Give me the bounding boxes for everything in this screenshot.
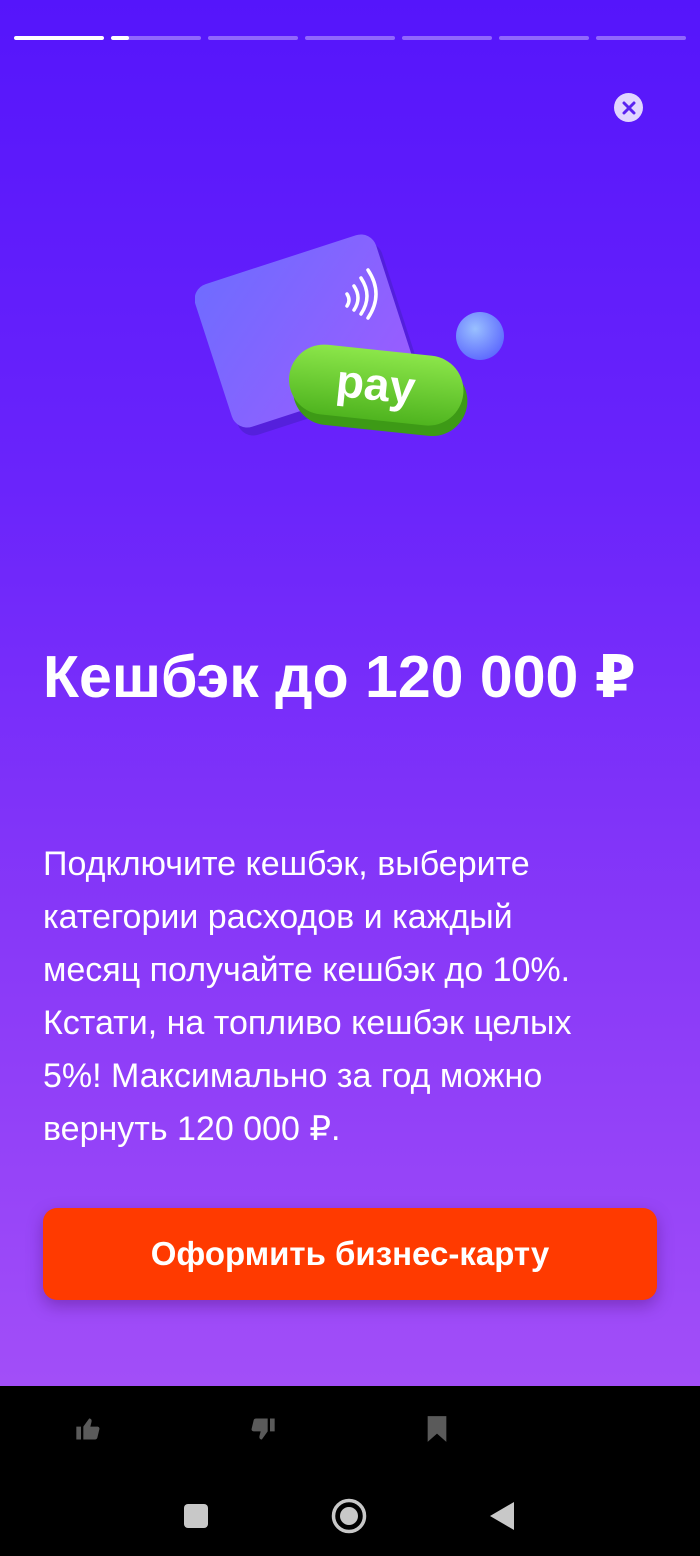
thumbs-down-icon <box>251 1418 275 1440</box>
coin-icon <box>456 312 504 360</box>
reaction-bar <box>0 1386 700 1476</box>
story-progress-bar <box>14 36 686 40</box>
story-progress-segment <box>596 36 686 40</box>
apply-business-card-button[interactable]: Оформить бизнес-карту <box>43 1208 657 1300</box>
close-button[interactable] <box>614 93 643 122</box>
home-icon <box>331 1498 367 1534</box>
home-button[interactable] <box>321 1488 377 1544</box>
system-navigation-bar <box>0 1476 700 1556</box>
story-progress-segment <box>305 36 395 40</box>
story-progress-segment <box>208 36 298 40</box>
pay-badge: pay <box>289 344 468 437</box>
thumbs-up-icon <box>76 1418 100 1440</box>
back-icon <box>490 1502 514 1530</box>
page-title: Кешбэк до 120 000 ₽ <box>43 644 636 710</box>
bookmark-icon <box>427 1416 447 1442</box>
bookmark-button[interactable] <box>412 1404 462 1454</box>
story-description: Подключите кешбэк, выберите категории ра… <box>43 845 572 1148</box>
story-progress-fill <box>14 36 104 40</box>
story-progress-segment <box>14 36 104 40</box>
story-progress-segment <box>402 36 492 40</box>
close-icon <box>622 101 635 114</box>
card-pay-illustration: pay <box>195 234 504 437</box>
svg-text:pay: pay <box>334 354 419 414</box>
story-progress-fill <box>111 36 129 40</box>
story-progress-segment <box>111 36 201 40</box>
story-progress-segment <box>499 36 589 40</box>
back-button[interactable] <box>474 1488 530 1544</box>
like-button[interactable] <box>63 1404 113 1454</box>
recent-apps-icon <box>184 1504 208 1528</box>
dislike-button[interactable] <box>238 1404 288 1454</box>
recent-apps-button[interactable] <box>168 1488 224 1544</box>
story-screen: pay Кешбэк до 120 000 ₽ Подключите кешбэ… <box>0 0 700 1386</box>
